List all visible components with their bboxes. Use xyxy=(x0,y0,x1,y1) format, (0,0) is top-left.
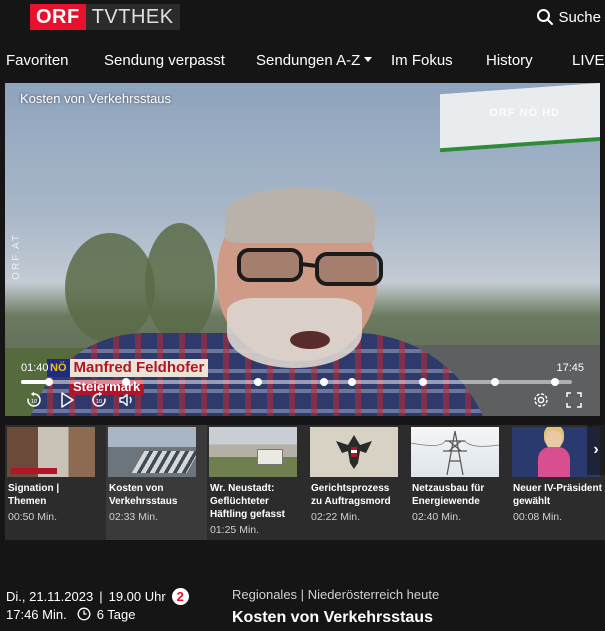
lower-third-state: NÖ xyxy=(47,359,70,377)
nav-item-sendung-verpasst[interactable]: Sendung verpasst xyxy=(104,52,225,69)
lower-third-name: Manfred Feldhofer xyxy=(69,359,209,377)
nav-item-sendungen-a-z-label: Sendungen A-Z xyxy=(256,52,361,69)
chapter-marker[interactable] xyxy=(44,378,53,386)
chapter-title: Wr. Neustadt: Geflüchteter Häftling gefa… xyxy=(210,483,286,520)
glasses xyxy=(237,248,383,286)
forward-10-icon[interactable]: 10 xyxy=(90,391,108,409)
chapter-item[interactable]: Gerichtsprozess zu Auftragsmord 02:22 Mi… xyxy=(308,425,409,540)
chapter-thumbnail xyxy=(7,427,95,477)
nav-item-live[interactable]: LIVE xyxy=(572,52,605,69)
orf-tvthek-logo[interactable]: ORF TVTHEK xyxy=(30,4,180,30)
episode-title: Kosten von Verkehrsstaus xyxy=(232,609,433,626)
chapter-duration: 00:08 Min. xyxy=(513,511,563,523)
eagle-emblem-icon xyxy=(336,435,372,469)
chapter-thumbnail xyxy=(209,427,297,477)
search-icon xyxy=(537,9,554,25)
chapter-title: Kosten von Verkehrsstaus xyxy=(109,483,178,507)
chevron-down-icon xyxy=(364,57,373,62)
total-time: 17:45 xyxy=(556,362,584,374)
search-label: Suche xyxy=(558,8,601,26)
chapter-marker[interactable] xyxy=(347,378,356,386)
chapter-duration: 02:40 Min. xyxy=(412,511,462,523)
replay-10-icon[interactable]: 10 xyxy=(25,391,43,409)
nav-item-im-fokus[interactable]: Im Fokus xyxy=(391,52,453,69)
site-header: ORF TVTHEK Suche xyxy=(0,0,605,36)
chapter-thumbnail xyxy=(411,427,499,477)
episode-duration: 17:46 Min. xyxy=(6,606,67,622)
channel-watermark: ORF NÖ HD xyxy=(489,107,560,119)
chapter-duration: 01:25 Min. xyxy=(210,524,260,536)
clock-icon xyxy=(77,607,91,621)
chapter-duration: 00:50 Min. xyxy=(8,511,58,523)
breadcrumb-category[interactable]: Regionales xyxy=(232,587,297,602)
chapter-thumbnail xyxy=(310,427,398,477)
search-button[interactable]: Suche xyxy=(536,8,601,26)
tree xyxy=(145,223,215,343)
power-pylon-icon xyxy=(411,430,499,476)
chapter-title: Gerichtsprozess zu Auftragsmord xyxy=(311,483,391,507)
chapter-title: Signation | Themen xyxy=(8,483,60,507)
chapter-item[interactable]: Netzausbau für Energiewende 02:40 Min. xyxy=(409,425,510,540)
chapter-marker[interactable] xyxy=(121,378,130,386)
main-nav: Favoriten Sendung verpasst Sendungen A-Z… xyxy=(0,40,605,80)
volume-icon[interactable] xyxy=(118,391,136,409)
orf2-channel-badge: 2 xyxy=(171,587,189,605)
chapter-item[interactable]: Signation | Themen 00:50 Min. xyxy=(5,425,106,540)
settings-icon[interactable] xyxy=(532,391,550,409)
person-mouth xyxy=(290,331,330,349)
chapter-marker[interactable] xyxy=(320,378,329,386)
chevron-right-icon[interactable]: › xyxy=(587,425,605,475)
nav-item-favoriten[interactable]: Favoriten xyxy=(6,52,69,69)
side-watermark: ORF.AT xyxy=(11,233,22,280)
svg-text:10: 10 xyxy=(31,399,37,405)
chapter-strip: Signation | Themen 00:50 Min. Kosten von… xyxy=(5,425,605,540)
broadcast-time: 19.00 Uhr xyxy=(108,588,166,604)
logo-orf: ORF xyxy=(30,4,86,30)
chapter-item[interactable]: Wr. Neustadt: Geflüchteter Häftling gefa… xyxy=(207,425,308,540)
person-hair xyxy=(225,188,375,243)
chapter-title: Neuer IV-Präsident gewählt xyxy=(513,483,602,507)
nav-item-history[interactable]: History xyxy=(486,52,533,69)
video-player[interactable]: Kosten von Verkehrsstaus ORF NÖ HD ORF.A… xyxy=(5,83,600,416)
breadcrumb: Regionales | Niederösterreich heute xyxy=(232,587,439,602)
chapter-title: Netzausbau für Energiewende xyxy=(412,483,485,507)
chapter-item-active[interactable]: Kosten von Verkehrsstaus 02:33 Min. xyxy=(106,425,207,540)
chapter-marker[interactable] xyxy=(490,378,499,386)
episode-meta: Di., 21.11.2023 | 19.00 Uhr 2 17:46 Min.… xyxy=(6,587,189,623)
chapter-duration: 02:33 Min. xyxy=(109,511,159,523)
chapter-duration: 02:22 Min. xyxy=(311,511,361,523)
episode-header: Regionales | Niederösterreich heute Kost… xyxy=(232,587,439,627)
tree xyxy=(65,233,155,343)
breadcrumb-show[interactable]: Niederösterreich heute xyxy=(308,587,440,602)
fullscreen-icon[interactable] xyxy=(565,391,583,409)
chapter-thumbnail xyxy=(108,427,196,477)
breadcrumb-separator: | xyxy=(300,587,305,602)
logo-tvthek: TVTHEK xyxy=(85,4,180,30)
availability: 6 Tage xyxy=(96,606,136,622)
nav-item-sendungen-a-z[interactable]: Sendungen A-Z xyxy=(256,52,373,69)
play-icon[interactable] xyxy=(58,391,76,409)
progress-bar[interactable] xyxy=(21,378,572,386)
broadcast-date: Di., 21.11.2023 xyxy=(6,588,94,604)
svg-text:10: 10 xyxy=(96,399,102,405)
video-title: Kosten von Verkehrsstaus xyxy=(20,91,172,106)
current-time: 01:40 xyxy=(21,362,49,374)
meta-separator: | xyxy=(99,588,103,604)
chapter-marker[interactable] xyxy=(253,378,262,386)
